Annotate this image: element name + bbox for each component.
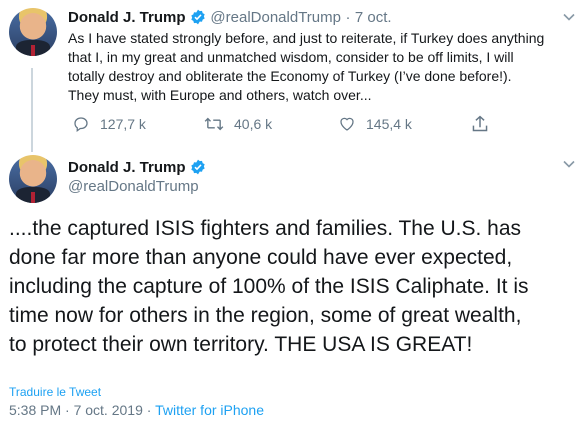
chevron-down-icon[interactable] xyxy=(563,13,575,21)
separator-dot: · xyxy=(345,9,351,26)
text-line: totally destroy and obliterate the Econo… xyxy=(68,68,512,84)
like-button[interactable]: 145,4 k xyxy=(338,115,412,133)
text-line: They must, with Europe and others, watch… xyxy=(68,87,372,103)
thread-line xyxy=(31,68,33,152)
tweet1-header: Donald J. Trump @realDonaldTrump · 7 oct… xyxy=(68,9,392,27)
share-icon[interactable] xyxy=(471,114,489,134)
reply-button[interactable]: 127,7 k xyxy=(72,115,146,133)
separator-dot: · xyxy=(146,402,152,418)
verified-badge-icon xyxy=(191,159,205,175)
author-handle[interactable]: @realDonaldTrump xyxy=(68,178,199,195)
text-line: ....the captured ISIS fighters and famil… xyxy=(9,217,522,240)
source-link[interactable]: Twitter for iPhone xyxy=(155,402,264,418)
avatar-tie xyxy=(31,192,35,203)
text-line: including the capture of 100% of the ISI… xyxy=(9,275,529,298)
retweet-count: 40,6 k xyxy=(234,116,273,132)
chevron-down-icon[interactable] xyxy=(563,160,575,168)
text-line: time now for others in the region, some … xyxy=(9,304,522,327)
tweet2-text: ....the captured ISIS fighters and famil… xyxy=(9,214,584,359)
author-name[interactable]: Donald J. Trump xyxy=(68,159,186,176)
like-count: 145,4 k xyxy=(366,116,412,132)
avatar[interactable] xyxy=(9,155,57,203)
translate-link[interactable]: Traduire le Tweet xyxy=(9,385,101,399)
verified-badge-icon xyxy=(191,9,205,25)
text-line: As I have stated strongly before, and ju… xyxy=(68,30,545,46)
retweet-button[interactable]: 40,6 k xyxy=(204,115,272,133)
tweet1-text: As I have stated strongly before, and ju… xyxy=(68,29,583,105)
text-line: that I, in my great and unmatched wisdom… xyxy=(68,49,514,65)
avatar[interactable] xyxy=(9,8,57,56)
author-handle[interactable]: @realDonaldTrump xyxy=(210,9,341,26)
tweet-meta: 5:38 PM · 7 oct. 2019 · Twitter for iPho… xyxy=(9,402,264,418)
author-name[interactable]: Donald J. Trump xyxy=(68,9,186,26)
reply-icon xyxy=(74,117,88,133)
reply-count: 127,7 k xyxy=(100,116,146,132)
tweet-date[interactable]: 7 oct. xyxy=(355,9,392,26)
like-icon xyxy=(340,117,354,131)
tweet-timestamp[interactable]: 5:38 PM · 7 oct. 2019 xyxy=(9,402,143,418)
text-line: done far more than anyone could have eve… xyxy=(9,246,513,269)
text-line: to protect their own territory. THE USA … xyxy=(9,333,473,356)
retweet-icon xyxy=(204,117,224,131)
avatar-tie xyxy=(31,45,35,56)
tweet2-header: Donald J. Trump xyxy=(68,159,206,177)
